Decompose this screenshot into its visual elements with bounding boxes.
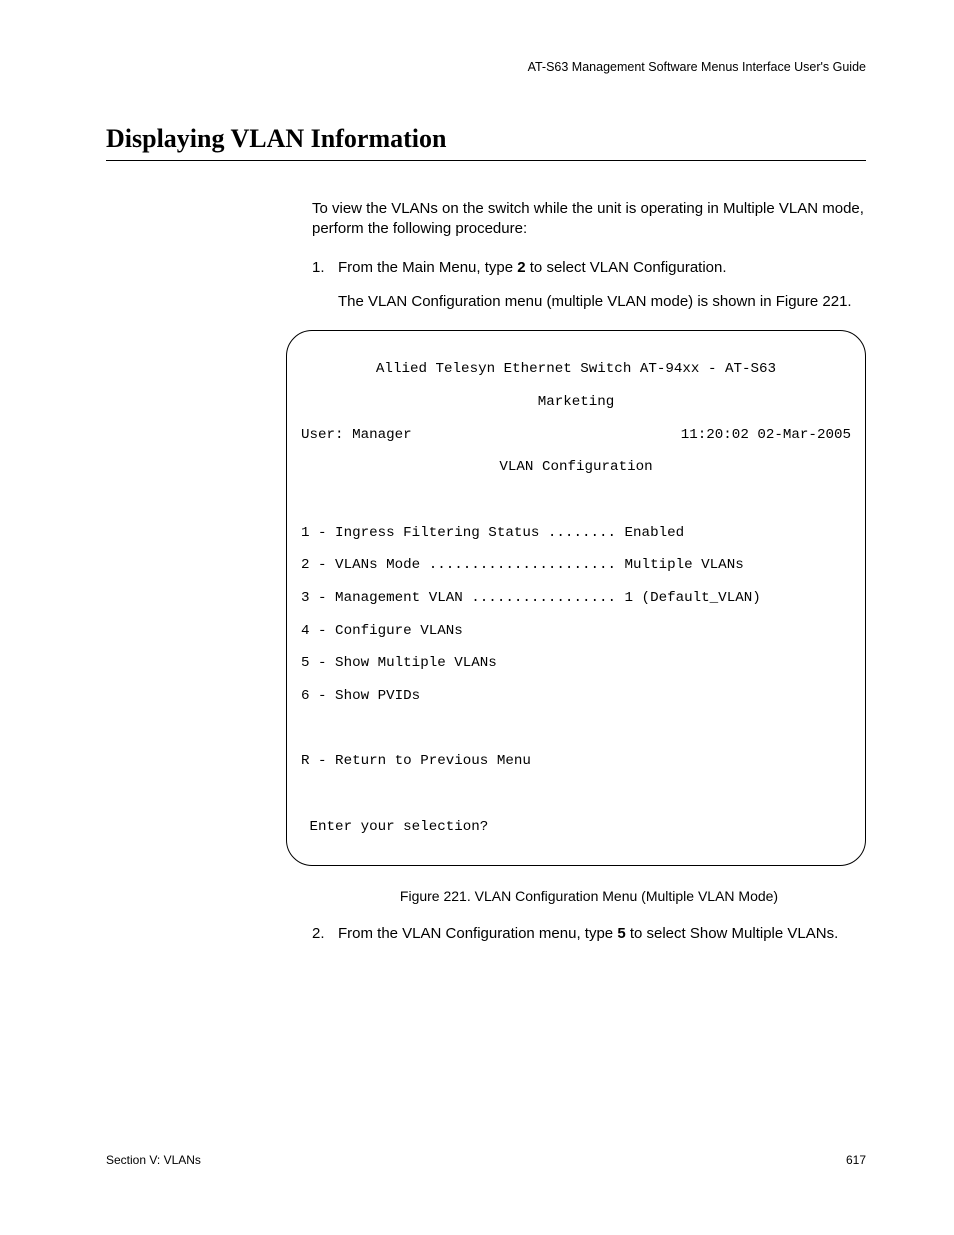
terminal-user: User: Manager [301, 427, 412, 443]
step-2-text-b: to select Show Multiple VLANs. [626, 925, 839, 942]
step-1-text-b: to select VLAN Configuration. [526, 259, 727, 276]
step-2-text: From the VLAN Configuration menu, type 5… [338, 924, 866, 944]
terminal-blank-3 [301, 786, 851, 802]
terminal-title: Allied Telesyn Ethernet Switch AT-94xx -… [301, 361, 851, 377]
terminal-line-5: 5 - Show Multiple VLANs [301, 655, 851, 671]
footer-section: Section V: VLANs [106, 1153, 201, 1167]
step-2-text-a: From the VLAN Configuration menu, type [338, 925, 617, 942]
terminal-line-1: 1 - Ingress Filtering Status ........ En… [301, 525, 851, 541]
step-2-bold: 5 [617, 925, 625, 942]
terminal-line-6: 6 - Show PVIDs [301, 688, 851, 704]
step-2: 2. From the VLAN Configuration menu, typ… [312, 924, 866, 944]
terminal-line-2: 2 - VLANs Mode ...................... Mu… [301, 557, 851, 573]
terminal-subtitle: Marketing [301, 394, 851, 410]
terminal-line-4: 4 - Configure VLANs [301, 623, 851, 639]
terminal-screen: Allied Telesyn Ethernet Switch AT-94xx -… [286, 330, 866, 866]
step-1-result: The VLAN Configuration menu (multiple VL… [338, 292, 866, 312]
terminal-timestamp: 11:20:02 02-Mar-2005 [681, 427, 851, 443]
step-1-bold: 2 [517, 259, 525, 276]
figure-caption: Figure 221. VLAN Configuration Menu (Mul… [312, 888, 866, 904]
page-title: Displaying VLAN Information [106, 124, 866, 161]
intro-paragraph: To view the VLANs on the switch while th… [312, 199, 866, 240]
step-1-text-a: From the Main Menu, type [338, 259, 517, 276]
terminal-line-return: R - Return to Previous Menu [301, 753, 851, 769]
terminal-line-3: 3 - Management VLAN ................. 1 … [301, 590, 851, 606]
terminal-blank-1 [301, 492, 851, 508]
document-header: AT-S63 Management Software Menus Interfa… [106, 60, 866, 74]
footer-page-number: 617 [846, 1153, 866, 1167]
step-2-number: 2. [312, 924, 338, 944]
step-1-text: From the Main Menu, type 2 to select VLA… [338, 258, 866, 278]
page-footer: Section V: VLANs 617 [106, 1153, 866, 1167]
terminal-prompt: Enter your selection? [301, 819, 851, 835]
terminal-user-row: User: Manager 11:20:02 02-Mar-2005 [301, 427, 851, 443]
terminal-section-title: VLAN Configuration [301, 459, 851, 475]
terminal-blank-2 [301, 721, 851, 737]
step-1-number: 1. [312, 258, 338, 278]
step-1: 1. From the Main Menu, type 2 to select … [312, 258, 866, 278]
